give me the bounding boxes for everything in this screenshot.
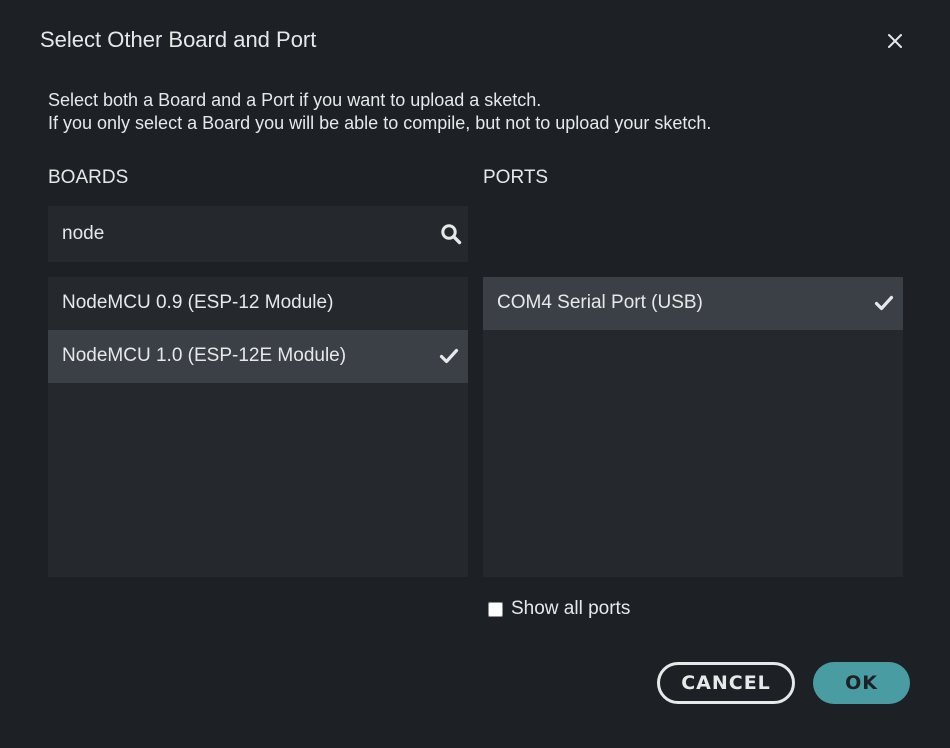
show-all-ports-label[interactable]: Show all ports: [511, 598, 630, 620]
cancel-button[interactable]: CANCEL: [657, 662, 795, 704]
ports-heading: PORTS: [483, 167, 549, 188]
checkmark-icon: [874, 295, 894, 311]
search-icon: [441, 224, 462, 245]
dialog-title: Select Other Board and Port: [40, 27, 317, 52]
ports-list: COM4 Serial Port (USB): [483, 277, 903, 577]
board-item-nodemcu-0-9[interactable]: NodeMCU 0.9 (ESP-12 Module): [48, 277, 468, 330]
boards-heading: BOARDS: [48, 167, 129, 188]
show-all-ports-checkbox[interactable]: [488, 601, 503, 617]
board-item-nodemcu-1-0[interactable]: NodeMCU 1.0 (ESP-12E Module): [48, 330, 468, 383]
board-search-input[interactable]: [62, 206, 422, 262]
board-item-label: NodeMCU 1.0 (ESP-12E Module): [62, 345, 347, 366]
port-item-com4[interactable]: COM4 Serial Port (USB): [483, 277, 903, 330]
close-icon: [888, 34, 902, 48]
checkmark-icon: [439, 348, 459, 364]
boards-list: NodeMCU 0.9 (ESP-12 Module) NodeMCU 1.0 …: [48, 277, 468, 577]
dialog-description: Select both a Board and a Port if you wa…: [48, 89, 711, 135]
description-line-2: If you only select a Board you will be a…: [48, 113, 712, 133]
board-item-label: NodeMCU 0.9 (ESP-12 Module): [62, 292, 334, 313]
ok-button[interactable]: OK: [813, 662, 910, 704]
port-item-label: COM4 Serial Port (USB): [497, 292, 703, 313]
board-search-box: [48, 206, 468, 262]
show-all-ports-option[interactable]: Show all ports: [488, 596, 630, 622]
select-board-port-dialog: Select Other Board and Port Select both …: [0, 0, 950, 748]
close-button[interactable]: [880, 26, 910, 56]
description-line-1: Select both a Board and a Port if you wa…: [48, 90, 542, 110]
